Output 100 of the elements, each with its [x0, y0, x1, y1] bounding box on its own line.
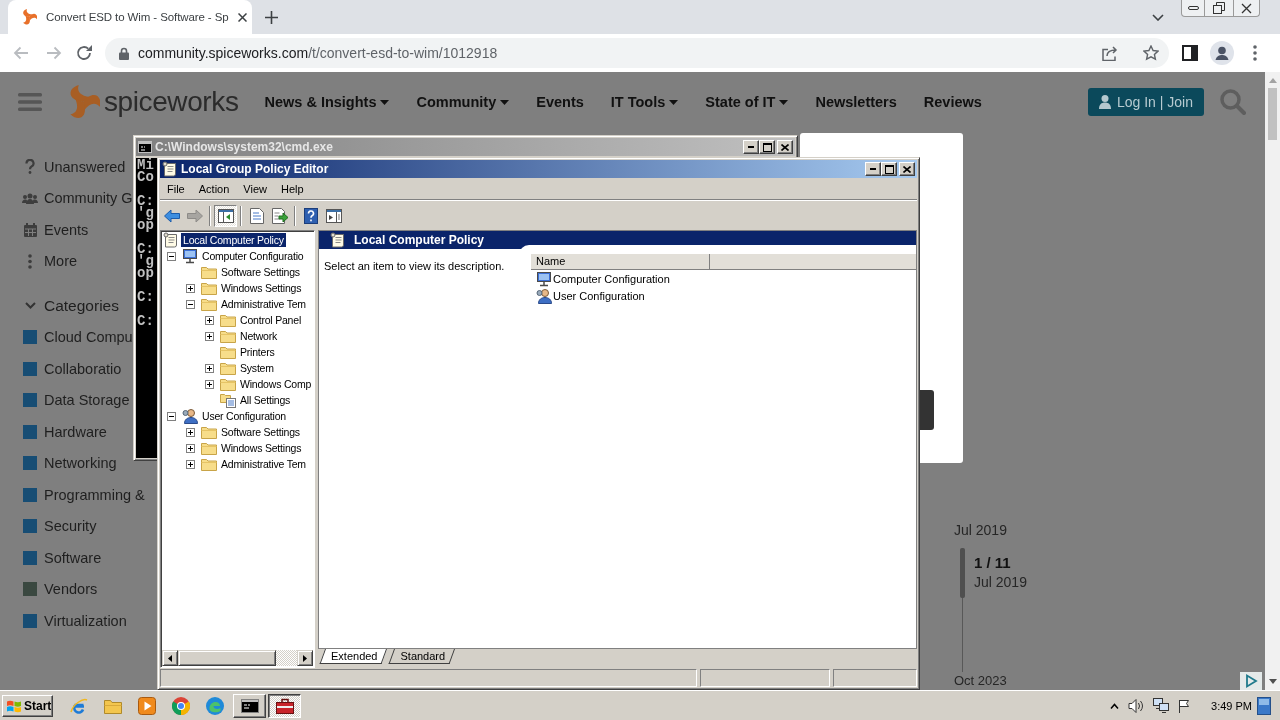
category-link[interactable]: Data Storage	[44, 392, 130, 409]
tree-item[interactable]: Control Panel	[238, 313, 304, 327]
tree-item[interactable]: System	[238, 361, 276, 375]
star-icon[interactable]	[1143, 45, 1159, 61]
nav-link[interactable]: State of IT	[705, 94, 789, 110]
view-tab[interactable]: Extended	[318, 649, 388, 664]
tree-item[interactable]: Administrative Tem	[219, 457, 308, 471]
timeline-handle[interactable]	[960, 548, 965, 598]
nav-link[interactable]: Newsletters	[815, 94, 897, 110]
login-button[interactable]: Log In | Join	[1087, 88, 1204, 116]
tree-item[interactable]: All Settings	[238, 393, 293, 407]
side-panel-icon[interactable]	[1182, 45, 1198, 61]
maximize-button[interactable]	[881, 162, 897, 176]
close-icon[interactable]	[237, 12, 247, 22]
scroll-left-button[interactable]	[162, 650, 178, 666]
reload-icon[interactable]	[76, 45, 92, 61]
speaker-icon[interactable]	[1128, 698, 1145, 713]
tree-item[interactable]: Printers	[238, 345, 277, 359]
show-desktop-icon[interactable]	[1257, 696, 1271, 715]
section-heading[interactable]: Categories	[44, 296, 119, 315]
tree-item[interactable]: Local Computer Policy	[181, 233, 286, 247]
tree-item[interactable]: Administrative Tem	[219, 297, 308, 311]
tree-item[interactable]: Network	[238, 329, 280, 343]
list-item[interactable]: User Configuration	[553, 289, 645, 302]
menu-item[interactable]: Action	[191, 182, 237, 195]
network-icon[interactable]	[1153, 698, 1170, 713]
expand-icon[interactable]	[204, 379, 214, 389]
sidebar-link[interactable]: Events	[44, 221, 89, 238]
expand-icon[interactable]	[204, 331, 214, 341]
chevron-up-icon[interactable]	[1110, 702, 1120, 709]
nav-link[interactable]: IT Tools	[610, 94, 679, 110]
scroll-right-button[interactable]	[297, 650, 313, 666]
nav-link[interactable]: Reviews	[923, 94, 982, 110]
category-link[interactable]: Programming &	[44, 486, 145, 503]
user-icon	[536, 287, 552, 304]
menu-item[interactable]: Help	[273, 182, 311, 195]
taskbar-button[interactable]	[268, 693, 301, 718]
start-button[interactable]: Start	[2, 694, 53, 717]
list-item[interactable]: Computer Configuration	[553, 272, 670, 285]
scrollbar-thumb[interactable]	[1268, 88, 1277, 140]
play-icon[interactable]	[138, 696, 156, 715]
column-header[interactable]: Name	[531, 254, 710, 270]
clock[interactable]: 3:49 PM	[1211, 699, 1252, 712]
expand-icon[interactable]	[185, 283, 195, 293]
tree-item[interactable]: User Configuration	[200, 409, 288, 423]
share-icon[interactable]	[1102, 45, 1118, 61]
expand-icon[interactable]	[185, 443, 195, 453]
category-link[interactable]: Security	[44, 518, 97, 535]
category-link[interactable]: Software	[44, 549, 102, 566]
category-link[interactable]: Cloud Compu	[44, 329, 133, 346]
minimize-button[interactable]	[743, 140, 759, 154]
expand-icon[interactable]	[204, 315, 214, 325]
nav-link[interactable]: News & Insights	[264, 94, 390, 110]
nav-link[interactable]: Events	[536, 94, 584, 110]
category-link[interactable]: Collaboratio	[44, 360, 122, 377]
profile-icon[interactable]	[1210, 41, 1234, 65]
sidebar-link[interactable]: More	[44, 253, 78, 270]
chevron-down-icon[interactable]	[24, 300, 36, 312]
menu-item[interactable]: View	[236, 182, 274, 195]
tree-item[interactable]: Windows Settings	[219, 281, 304, 295]
browser-tab[interactable]: Convert ESD to Wim - Software - Sp	[8, 0, 252, 34]
play-icon[interactable]	[1240, 672, 1262, 690]
letter-e-icon[interactable]	[70, 696, 88, 715]
person-icon	[1098, 95, 1111, 109]
address-bar[interactable]: community.spiceworks.com/t/convert-esd-to-wim/1012918	[105, 38, 1169, 68]
category-link[interactable]: Networking	[44, 455, 117, 472]
chevron-down-icon[interactable]	[1152, 13, 1164, 21]
column-header[interactable]	[710, 254, 916, 270]
sidebar-link[interactable]: Unanswered	[44, 158, 126, 175]
page-scrollbar[interactable]	[1265, 72, 1280, 690]
category-link[interactable]: Vendors	[44, 581, 98, 598]
view-tab[interactable]: Standard	[387, 649, 456, 664]
scrollbar-thumb[interactable]	[178, 650, 276, 666]
tree-item[interactable]: Windows Settings	[219, 441, 304, 455]
tree-item[interactable]: Computer Configuratio	[200, 249, 306, 263]
logo-text[interactable]: spiceworks	[104, 86, 239, 118]
people-icon	[22, 192, 38, 204]
browser-icon[interactable]	[172, 696, 190, 715]
collapse-icon[interactable]	[166, 251, 176, 261]
collapse-icon[interactable]	[185, 299, 195, 309]
terminal-icon	[240, 698, 259, 713]
minimize-button[interactable]	[865, 162, 881, 176]
nav-link[interactable]: Community	[416, 94, 510, 110]
plus-icon[interactable]	[265, 10, 278, 24]
console-line: C:	[137, 315, 154, 327]
tree-item[interactable]: Software Settings	[219, 425, 302, 439]
toolbar-button[interactable]	[214, 204, 237, 227]
expand-icon[interactable]	[185, 459, 195, 469]
menu-item[interactable]: File	[160, 182, 192, 195]
more-icon[interactable]	[1253, 45, 1257, 61]
expand-icon[interactable]	[185, 427, 195, 437]
collapse-icon[interactable]	[166, 411, 176, 421]
tree-item[interactable]: Software Settings	[219, 265, 302, 279]
expand-icon[interactable]	[204, 363, 214, 373]
tree-item[interactable]: Windows Comp	[238, 377, 314, 391]
category-link[interactable]: Hardware	[44, 423, 107, 440]
sidebar-link[interactable]: Community G	[44, 190, 133, 207]
flag-icon[interactable]	[1178, 698, 1191, 713]
category-link[interactable]: Virtualization	[44, 612, 127, 629]
maximize-button[interactable]	[759, 140, 775, 154]
